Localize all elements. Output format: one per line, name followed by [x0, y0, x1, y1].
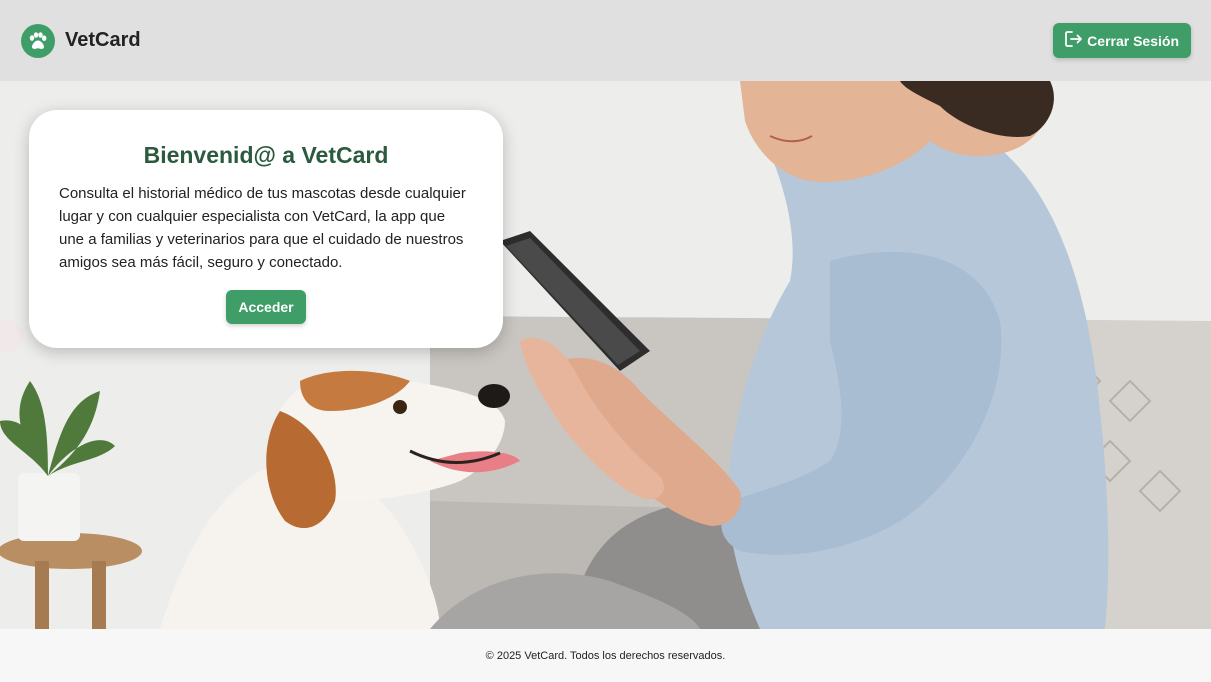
page: VetCard Cerrar Sesión Bienvenid@ a VetCa… [0, 0, 1211, 682]
paw-icon [21, 23, 55, 58]
footer: © 2025 VetCard. Todos los derechos reser… [0, 629, 1211, 682]
welcome-card: Bienvenid@ a VetCard Consulta el histori… [29, 110, 503, 348]
logout-label: Cerrar Sesión [1087, 32, 1179, 49]
copyright-text: © 2025 VetCard. Todos los derechos reser… [485, 649, 726, 662]
welcome-title: Bienvenid@ a VetCard [143, 142, 389, 168]
top-header: VetCard Cerrar Sesión [0, 0, 1211, 81]
hero-section: Bienvenid@ a VetCard Consulta el histori… [0, 81, 1211, 629]
brand-name: VetCard [65, 29, 141, 51]
access-button[interactable]: Acceder [226, 290, 306, 324]
welcome-description: Consulta el historial médico de tus masc… [59, 185, 466, 271]
logout-button[interactable]: Cerrar Sesión [1053, 23, 1191, 58]
brand-home-link[interactable]: VetCard [21, 23, 141, 58]
logout-icon [1065, 31, 1083, 50]
